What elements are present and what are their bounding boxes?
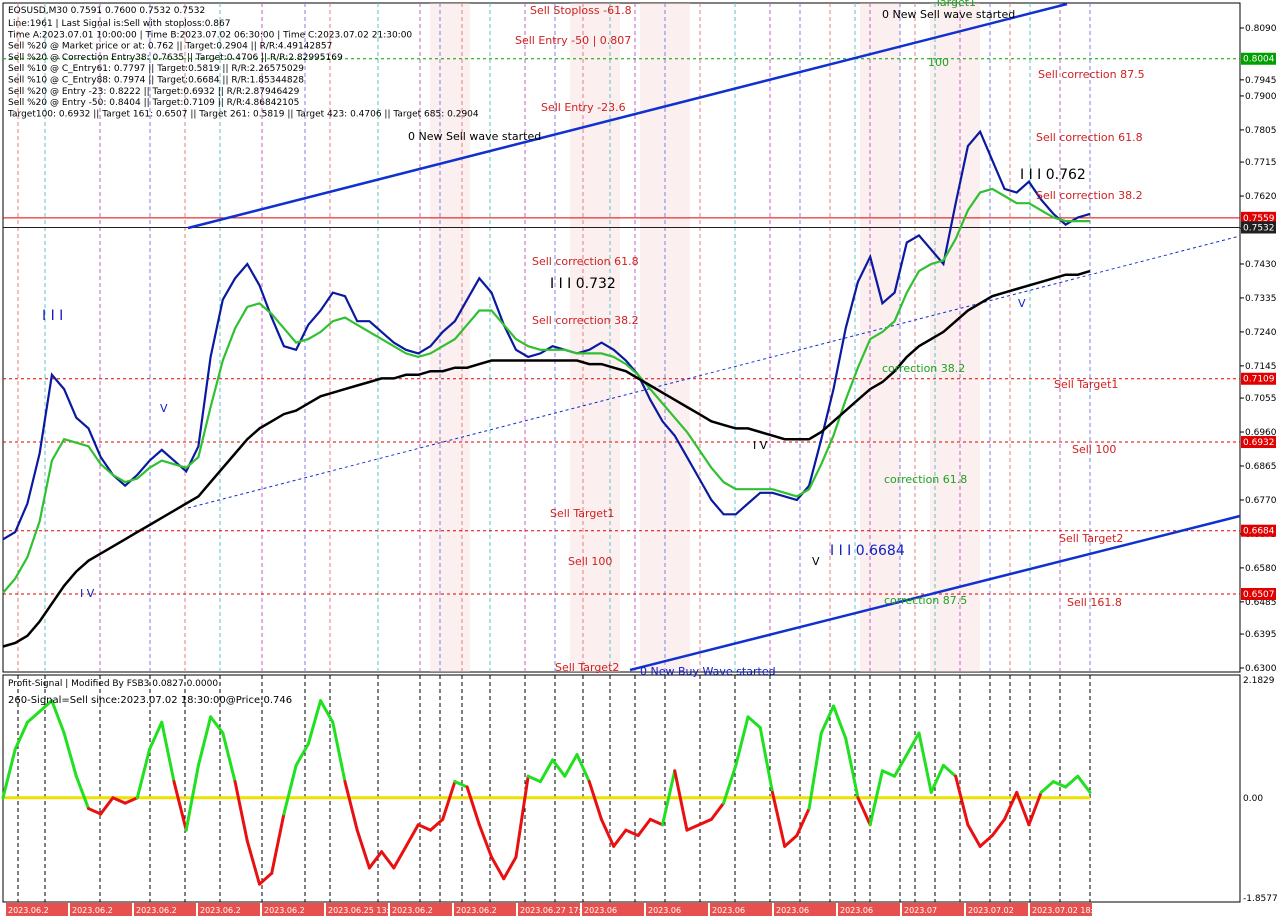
chart-annotation: Sell Target1 [1054,378,1118,391]
price-tick-label: 0.7945 [1245,76,1277,86]
chart-annotation: Sell correction 61.8 [532,255,639,268]
info-line: Sell %10 @ C_Entry88: 0.7974 || Target:0… [8,76,304,86]
time-label: 2023.06.2 [264,906,305,915]
shade-zone [930,3,980,672]
info-line: Sell %20 @ Correction Entry38: 0.7635 ||… [8,53,343,63]
time-axis: 2023.06.2 2023.06.2 2023.06.2 2023.06.2 2023… [6,903,1103,916]
time-label: 2023.06 [776,906,809,915]
price-axis: 0.8090 0.7945 0.7900 0.7805 0.7715 0.7620 0.75… [1240,24,1277,674]
chart-annotation: I I I 0.732 [550,276,616,292]
chart-annotation: Sell Target1 [550,507,614,520]
chart-annotation: Sell Entry -23.6 [541,101,626,114]
chart-window[interactable]: 2.1829 0.00 -1.8577 0.8090 0.7945 0.7900 0.78… [0,0,1280,920]
info-line: Time A:2023.07.01 10:00:00 | Time B:2023… [7,30,412,40]
info-line: Line:1961 | Last Signal is:Sell with sto… [8,19,230,29]
chart-annotation: 0 New Sell wave started [408,130,541,143]
oscillator-signal: 260-Signal=Sell since:2023.07.02 18:30:0… [8,695,292,706]
time-label: 2023.06 [648,906,681,915]
chart-annotation: correction 38.2 [882,362,965,375]
price-tick-label: 0.6865 [1245,462,1277,472]
info-line: Sell %10 @ C_Entry61: 0.7797 || Target:0… [8,64,304,74]
chart-annotation: 100 [928,56,949,69]
info-line: Target100: 0.6932 || Target 161: 0.6507 … [7,109,479,119]
time-label: 2023.07.02 [968,906,1014,915]
price-tick-label: 0.6300 [1245,664,1277,674]
time-label: 2023.06.2 [8,906,49,915]
time-label: 2023.06.2 [392,906,433,915]
price-tick-label: 0.7620 [1245,192,1277,202]
oscillator-tick-label: 0.00 [1243,794,1263,804]
chart-annotation: Sell Stoploss -61.8 [530,4,632,17]
chart-annotation: Sell 100 [568,555,612,568]
oscillator-tick-label: 2.1829 [1243,676,1275,686]
time-label: 2023.06 [840,906,873,915]
price-tag-label: 0.6932 [1243,438,1275,448]
info-line: Sell %20 @ Entry -50: 0.8404 || Target:0… [8,98,299,108]
time-label: 2023.07.02 18:00 [1032,906,1103,915]
price-tag-label: 0.7109 [1243,375,1275,385]
chart-annotation: Sell correction 38.2 [1036,189,1143,202]
chart-annotation: I I I 0.762 [1020,167,1086,183]
time-label: 2023.06.25 13:00 [328,906,399,915]
chart-annotation: I I I [42,308,63,324]
chart-annotation: Sell correction 38.2 [532,314,639,327]
info-line: Sell %20 @ Entry -23: 0.8222 || Target:0… [8,87,300,97]
chart-annotation: I V [753,439,768,452]
price-tick-label: 0.7335 [1245,294,1277,304]
price-tag-label: 0.7532 [1243,224,1275,234]
chart-annotation: V [160,402,168,415]
time-label: 2023.06.2 [72,906,113,915]
price-tick-label: 0.7430 [1245,260,1277,270]
chart-annotation: correction 61.8 [884,473,967,486]
chart-annotation: I V [80,587,95,600]
price-tag-label: 0.8004 [1243,55,1275,65]
oscillator-title: Profit-Signal | Modified By FSB3 0.0827 … [8,679,218,689]
price-tick-label: 0.7805 [1245,126,1277,136]
chart-annotation: V [1018,297,1026,310]
chart-annotation: Sell correction 87.5 [1038,68,1145,81]
chart-annotation: Sell 100 [1072,443,1116,456]
chart-annotation: 0 New Buy Wave started [640,665,776,678]
price-tick-label: 0.7715 [1245,158,1277,168]
price-tag-label: 0.6684 [1243,527,1275,537]
chart-header: EOSUSD,M30 0.7591 0.7600 0.7532 0.7532 [8,6,205,16]
price-tag-label: 0.6507 [1243,590,1275,600]
time-label: 2023.07 [904,906,937,915]
chart-annotation: Sell 161.8 [1067,596,1122,609]
time-label: 2023.06.27 17:00 [520,906,591,915]
shade-zone [860,3,900,672]
price-tick-label: 0.8090 [1245,24,1277,34]
chart-annotation: Sell Target2 [555,661,619,674]
time-label: 2023.06 [584,906,617,915]
chart-annotation: 0 New Sell wave started [882,8,1015,21]
price-tick-label: 0.6395 [1245,630,1277,640]
chart-annotation: Sell Target2 [1059,532,1123,545]
oscillator-panel [2,674,1241,903]
time-label: 2023.06.2 [456,906,497,915]
shade-zone [430,3,470,672]
price-tick-label: 0.7900 [1245,92,1277,102]
info-line: Sell %20 @ Market price or at: 0.762 || … [8,42,332,52]
time-label: 2023.06.2 [200,906,241,915]
chart-annotation: I I I 0.6684 [830,543,905,559]
time-label: 2023.06.2 [136,906,177,915]
price-tick-label: 0.6770 [1245,496,1277,506]
price-tick-label: 0.7055 [1245,394,1277,404]
chart-annotation: Sell correction 61.8 [1036,131,1143,144]
chart-canvas[interactable]: 2.1829 0.00 -1.8577 0.8090 0.7945 0.7900 0.78… [0,0,1280,920]
price-tick-label: 0.7240 [1245,328,1277,338]
chart-annotation: correction 87.5 [884,594,967,607]
oscillator-tick-label: -1.8577 [1243,894,1278,904]
chart-annotation: Target1 [934,0,976,9]
price-tick-label: 0.6580 [1245,564,1277,574]
chart-annotation: V [812,555,820,568]
chart-annotation: Sell Entry -50 | 0.807 [515,34,631,47]
price-tick-label: 0.7145 [1245,362,1277,372]
time-label: 2023.06 [712,906,745,915]
